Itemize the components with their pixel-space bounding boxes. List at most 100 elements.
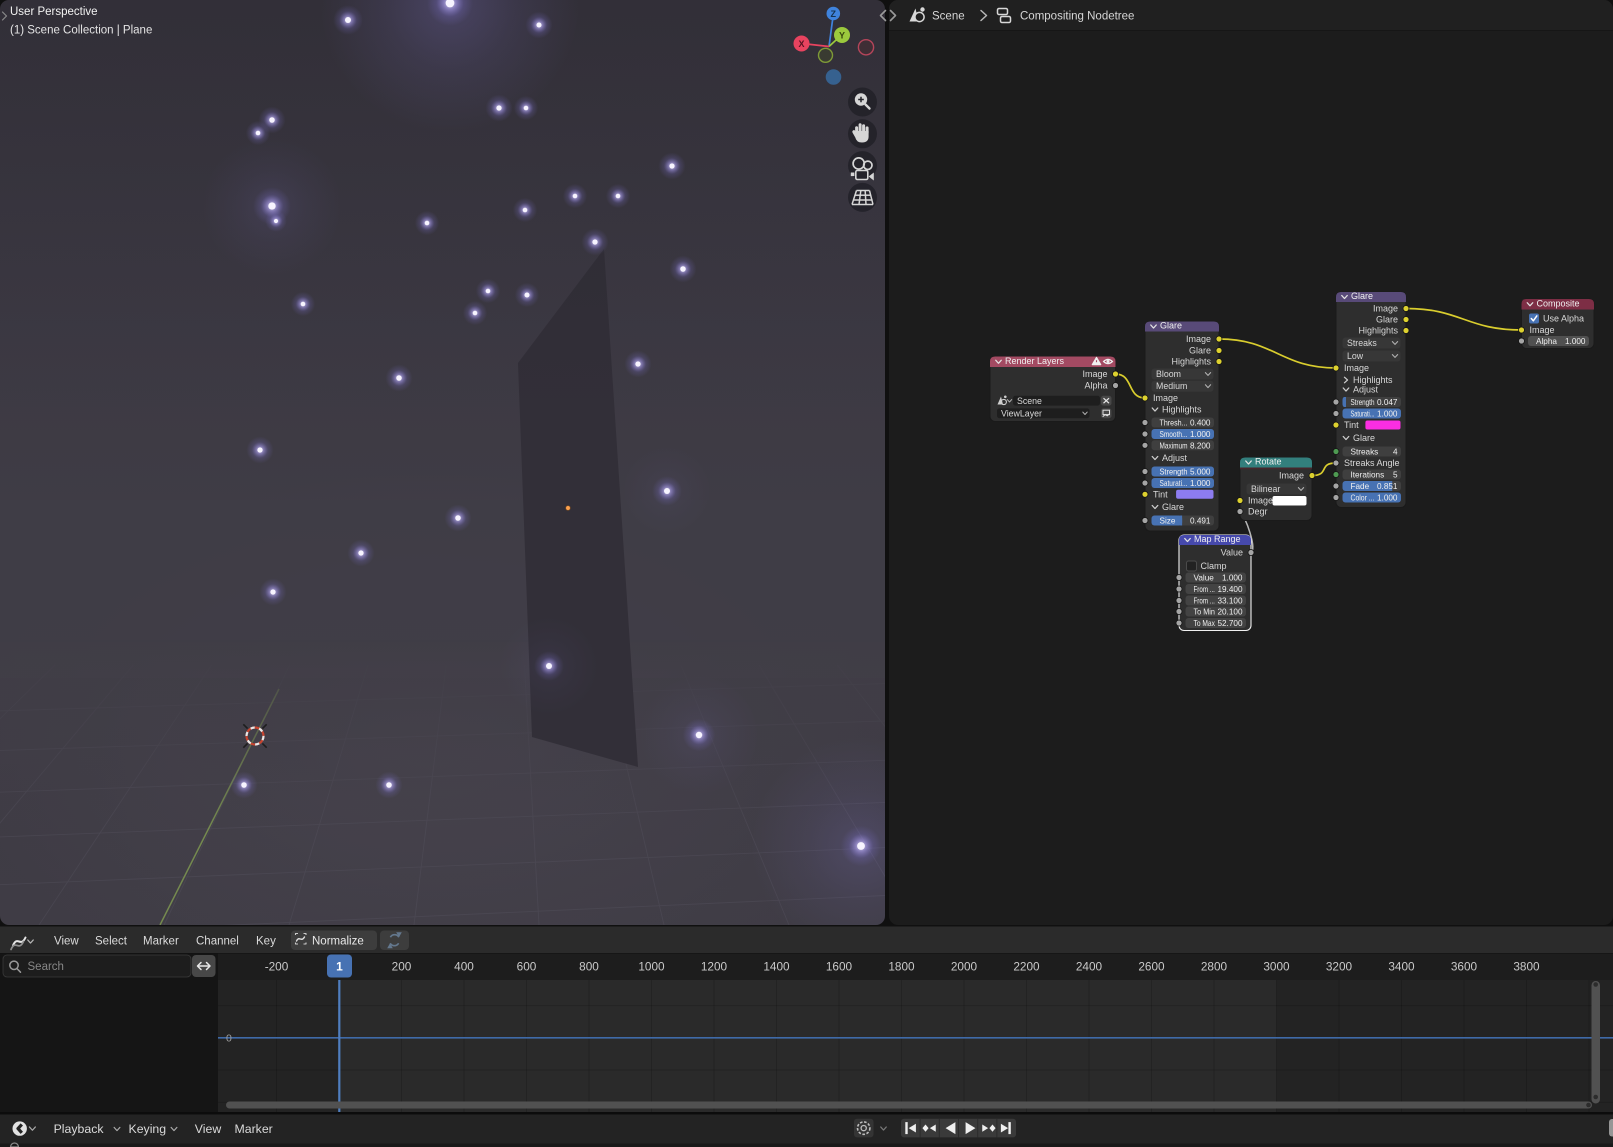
svg-text:0.400: 0.400 xyxy=(1190,419,1211,428)
svg-text:52.700: 52.700 xyxy=(1217,619,1242,628)
svg-text:Medium: Medium xyxy=(1156,381,1187,391)
svg-text:Fade: Fade xyxy=(1351,482,1370,491)
svg-text:View: View xyxy=(195,1122,222,1136)
svg-text:Value: Value xyxy=(1194,574,1215,583)
svg-text:Bilinear: Bilinear xyxy=(1251,484,1280,494)
svg-text:Thresh...: Thresh... xyxy=(1160,419,1188,428)
svg-text:X: X xyxy=(798,39,804,49)
svg-text:Strength: Strength xyxy=(1351,398,1375,407)
svg-text:From ...: From ... xyxy=(1194,585,1215,594)
svg-text:Saturati...: Saturati... xyxy=(1160,479,1188,488)
svg-text:2200: 2200 xyxy=(1013,960,1040,974)
svg-text:Image: Image xyxy=(1248,496,1273,506)
svg-text:Z: Z xyxy=(831,9,837,19)
svg-text:Image: Image xyxy=(1186,334,1211,344)
svg-text:Glare: Glare xyxy=(1351,291,1373,301)
svg-text:Low: Low xyxy=(1347,351,1364,361)
svg-text:1.000: 1.000 xyxy=(1565,337,1586,346)
svg-text:Search: Search xyxy=(28,961,64,973)
svg-text:Channel: Channel xyxy=(196,936,239,948)
svg-text:Highlights: Highlights xyxy=(1358,326,1398,336)
svg-text:Glare: Glare xyxy=(1353,433,1375,443)
svg-text:600: 600 xyxy=(517,960,537,974)
svg-text:Size: Size xyxy=(1160,517,1176,526)
svg-text:Render Layers: Render Layers xyxy=(1005,356,1065,366)
svg-text:Select: Select xyxy=(95,936,128,948)
svg-text:Key: Key xyxy=(256,936,276,948)
svg-text:To Max: To Max xyxy=(1194,619,1215,628)
svg-text:From ...: From ... xyxy=(1194,597,1215,606)
svg-text:Smooth...: Smooth... xyxy=(1160,430,1188,439)
svg-text:-200: -200 xyxy=(265,960,289,974)
svg-text:Glare: Glare xyxy=(1162,502,1184,512)
svg-text:1.000: 1.000 xyxy=(1377,494,1398,503)
svg-text:200: 200 xyxy=(392,960,412,974)
svg-text:Image: Image xyxy=(1082,369,1107,379)
svg-text:Map Range: Map Range xyxy=(1194,534,1241,544)
svg-text:5.000: 5.000 xyxy=(1190,468,1211,477)
svg-text:Iterations: Iterations xyxy=(1351,471,1385,480)
svg-text:Degr: Degr xyxy=(1248,507,1268,517)
svg-text:20.100: 20.100 xyxy=(1217,608,1242,617)
svg-text:Streaks: Streaks xyxy=(1351,448,1379,457)
svg-text:1800: 1800 xyxy=(888,960,915,974)
svg-text:4: 4 xyxy=(1393,448,1398,457)
svg-text:(1) Scene Collection | Plane: (1) Scene Collection | Plane xyxy=(10,25,152,37)
svg-text:Scene: Scene xyxy=(1017,396,1042,406)
svg-text:0.491: 0.491 xyxy=(1190,517,1211,526)
svg-text:Compositing Nodetree: Compositing Nodetree xyxy=(1020,11,1134,23)
svg-text:Image: Image xyxy=(1153,393,1178,403)
svg-text:5: 5 xyxy=(1393,471,1398,480)
svg-text:1.000: 1.000 xyxy=(1190,479,1211,488)
svg-text:Highlights: Highlights xyxy=(1353,375,1393,385)
svg-text:800: 800 xyxy=(579,960,599,974)
svg-text:Keying: Keying xyxy=(129,1122,167,1136)
svg-text:Image: Image xyxy=(1344,363,1369,373)
svg-text:Color ...: Color ... xyxy=(1351,494,1375,503)
svg-text:1400: 1400 xyxy=(763,960,790,974)
svg-text:Image: Image xyxy=(1373,304,1398,314)
svg-text:View: View xyxy=(54,936,79,948)
svg-text:Bloom: Bloom xyxy=(1156,369,1181,379)
svg-text:Value: Value xyxy=(1221,548,1243,558)
svg-text:Highlights: Highlights xyxy=(1171,357,1211,367)
svg-text:Tint: Tint xyxy=(1153,489,1168,499)
svg-text:3600: 3600 xyxy=(1451,960,1478,974)
svg-text:Image: Image xyxy=(1530,325,1555,335)
svg-text:1: 1 xyxy=(336,960,343,974)
svg-text:Use Alpha: Use Alpha xyxy=(1543,314,1584,324)
svg-text:8.200: 8.200 xyxy=(1190,441,1211,450)
svg-text:1200: 1200 xyxy=(701,960,728,974)
svg-text:ViewLayer: ViewLayer xyxy=(1001,409,1042,419)
svg-text:Highlights: Highlights xyxy=(1162,405,1202,415)
svg-text:Normalize: Normalize xyxy=(312,936,364,948)
svg-text:Alpha: Alpha xyxy=(1084,381,1107,391)
svg-text:Image: Image xyxy=(1279,471,1304,481)
svg-text:33.100: 33.100 xyxy=(1217,597,1242,606)
svg-text:1000: 1000 xyxy=(638,960,665,974)
svg-text:3200: 3200 xyxy=(1326,960,1353,974)
svg-text:0.851: 0.851 xyxy=(1377,482,1398,491)
svg-text:1600: 1600 xyxy=(826,960,853,974)
svg-text:3000: 3000 xyxy=(1263,960,1290,974)
svg-text:User Perspective: User Perspective xyxy=(10,6,98,18)
svg-text:Streaks Angle: Streaks Angle xyxy=(1344,458,1400,468)
svg-text:Streaks: Streaks xyxy=(1347,338,1377,348)
svg-text:1.000: 1.000 xyxy=(1377,410,1398,419)
svg-text:1.000: 1.000 xyxy=(1222,574,1243,583)
svg-text:Y: Y xyxy=(839,31,845,41)
svg-text:Saturati...: Saturati... xyxy=(1351,410,1375,419)
svg-text:19.400: 19.400 xyxy=(1217,585,1242,594)
svg-text:2000: 2000 xyxy=(951,960,978,974)
svg-text:Playback: Playback xyxy=(54,1122,105,1136)
svg-text:Glare: Glare xyxy=(1160,321,1182,331)
svg-text:Rotate: Rotate xyxy=(1255,457,1282,467)
svg-text:Adjust: Adjust xyxy=(1353,385,1379,395)
svg-text:Maximum: Maximum xyxy=(1160,441,1188,450)
svg-text:Scene: Scene xyxy=(932,11,965,23)
svg-text:Marker: Marker xyxy=(143,936,179,948)
svg-text:Glare: Glare xyxy=(1189,346,1211,356)
svg-text:2800: 2800 xyxy=(1201,960,1228,974)
svg-text:Tint: Tint xyxy=(1344,420,1359,430)
svg-text:To Min: To Min xyxy=(1194,608,1216,617)
